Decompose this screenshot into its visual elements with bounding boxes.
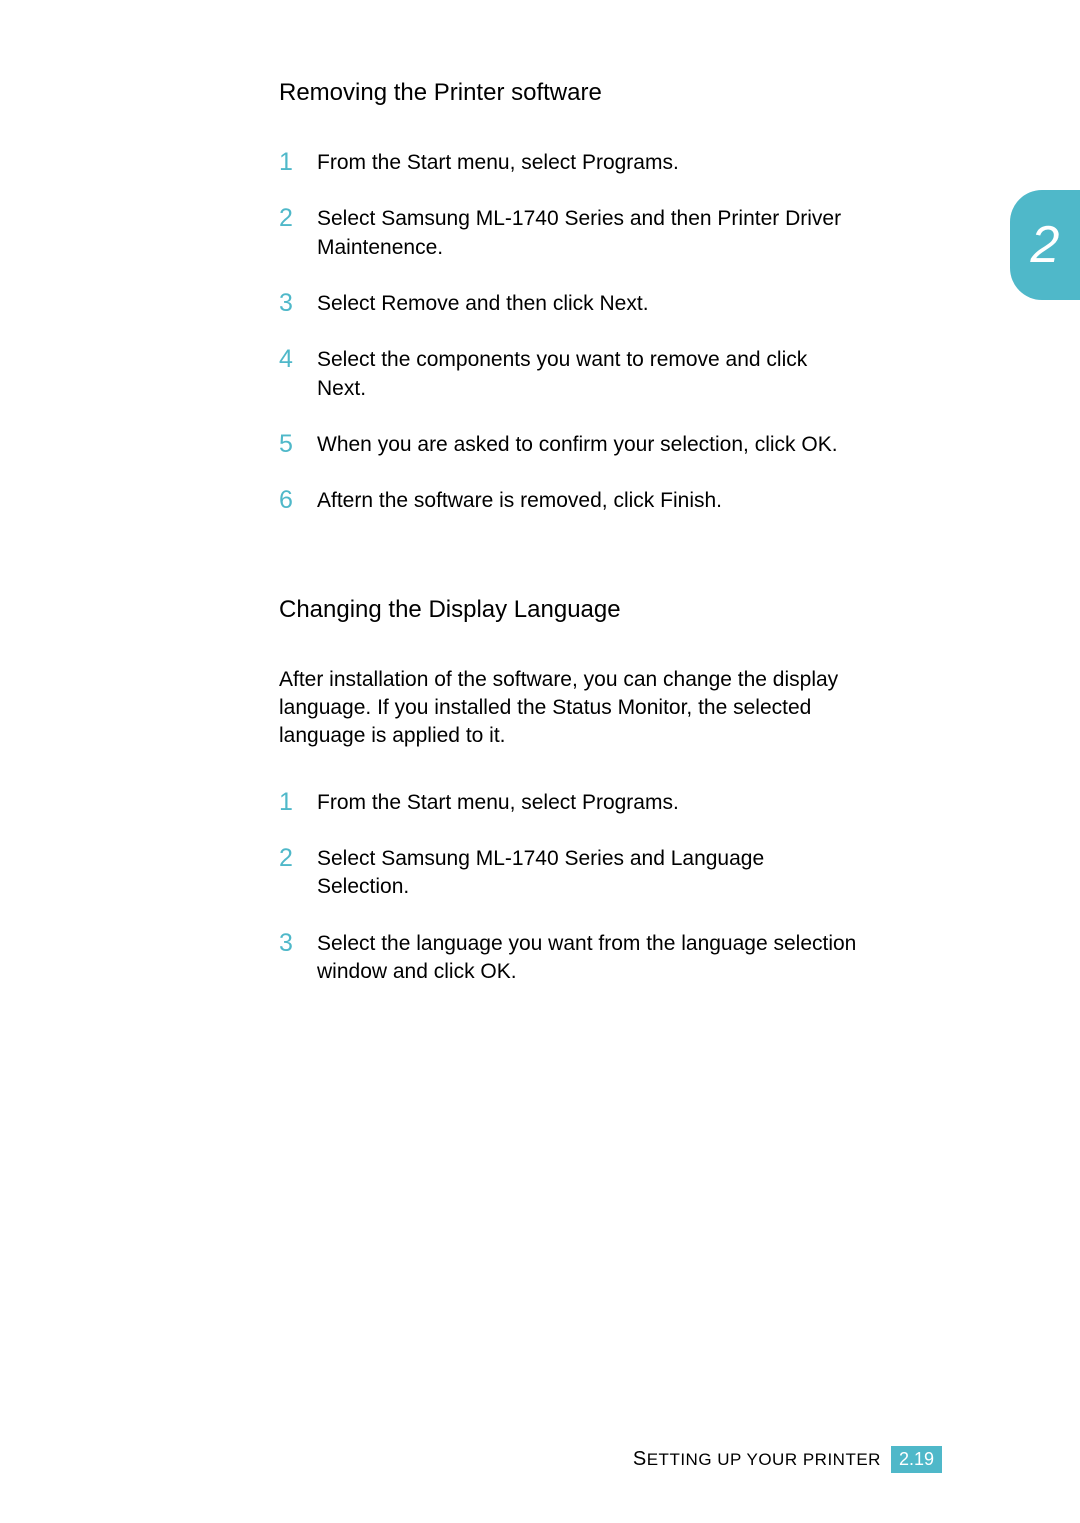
page-content: Removing the Printer software 1 From the … — [279, 79, 859, 1015]
steps-list-removing: 1 From the Start menu, select Programs. 2 S… — [279, 149, 859, 516]
bold-text: Remove — [381, 292, 459, 315]
bold-text: Programs — [582, 151, 673, 174]
step-number: 1 — [279, 786, 293, 820]
step-number: 2 — [279, 842, 293, 876]
step-number: 6 — [279, 484, 293, 518]
body-text: From the — [317, 151, 407, 174]
step-item: 5 When you are asked to confirm your sele… — [279, 431, 859, 459]
body-text: . — [360, 377, 366, 400]
step-item: 2Select Samsung ML-1740 Series and Langu… — [279, 845, 859, 902]
body-text: Select the components you want to remove… — [317, 348, 807, 371]
section-title-removing: Removing the Printer software — [279, 79, 859, 107]
step-item: 4 Select the components you want to remov… — [279, 346, 859, 403]
chapter-tab: 2 — [1010, 190, 1080, 300]
body-text: Select — [317, 207, 381, 230]
step-number: 3 — [279, 927, 293, 961]
bold-text: OK — [480, 960, 510, 983]
body-text: and then click — [459, 292, 599, 315]
page: 2 Removing the Printer software 1 From th… — [0, 0, 1080, 1523]
body-text: and then — [624, 207, 717, 230]
step-number: 5 — [279, 428, 293, 462]
page-footer: SETTING UP YOUR PRINTER 2.19 — [633, 1446, 942, 1473]
body-text: When you are asked to confirm your selec… — [317, 433, 801, 456]
body-text: and — [624, 847, 671, 870]
bold-text: Next — [317, 377, 360, 400]
step-number: 3 — [279, 287, 293, 321]
footer-page-number: 2.19 — [891, 1446, 942, 1473]
body-text: . — [716, 489, 722, 512]
body-text: Select the language you want from the la… — [317, 932, 856, 983]
bold-text: Next — [600, 292, 643, 315]
footer-label-cap: S — [633, 1448, 647, 1470]
step-number: 2 — [279, 202, 293, 236]
bold-text: Start — [407, 791, 451, 814]
bold-text: Start — [407, 151, 451, 174]
bold-text: Samsung ML-1740 Series — [381, 207, 624, 230]
step-item: 3 Select the language you want from the l… — [279, 930, 859, 987]
section-changing-language: Changing the Display Language After inst… — [279, 596, 859, 987]
step-item: 2Select Samsung ML-1740 Series and then … — [279, 205, 859, 262]
step-item: 1 From the Start menu, select Programs. — [279, 789, 859, 817]
step-item: 6 Aftern the software is removed, click F… — [279, 487, 859, 515]
section-title-language: Changing the Display Language — [279, 596, 859, 624]
body-text: menu, select — [451, 791, 582, 814]
body-text: . — [511, 960, 517, 983]
chapter-number: 2 — [1031, 215, 1060, 275]
footer-label: SETTING UP YOUR PRINTER — [633, 1448, 881, 1471]
bold-text: Programs — [582, 791, 673, 814]
step-item: 1 From the Start menu, select Programs. — [279, 149, 859, 177]
step-number: 1 — [279, 146, 293, 180]
body-text: Select — [317, 292, 381, 315]
footer-label-rest: ETTING UP YOUR PRINTER — [647, 1450, 881, 1469]
step-number: 4 — [279, 343, 293, 377]
steps-list-language: 1 From the Start menu, select Programs. 2 S… — [279, 789, 859, 987]
body-text: . — [403, 875, 409, 898]
body-text: Select — [317, 847, 381, 870]
step-item: 3 Select Remove and then click Next. — [279, 290, 859, 318]
body-text: From the — [317, 791, 407, 814]
section-intro: After installation of the software, you … — [279, 666, 859, 751]
body-text: . — [643, 292, 649, 315]
body-text: . — [673, 151, 679, 174]
bold-text: Finish — [660, 489, 716, 512]
body-text: . — [437, 236, 443, 259]
bold-text: Samsung ML-1740 Series — [381, 847, 624, 870]
bold-text: OK — [801, 433, 831, 456]
body-text: . — [673, 791, 679, 814]
body-text: . — [832, 433, 838, 456]
body-text: menu, select — [451, 151, 582, 174]
body-text: Aftern the software is removed, click — [317, 489, 660, 512]
